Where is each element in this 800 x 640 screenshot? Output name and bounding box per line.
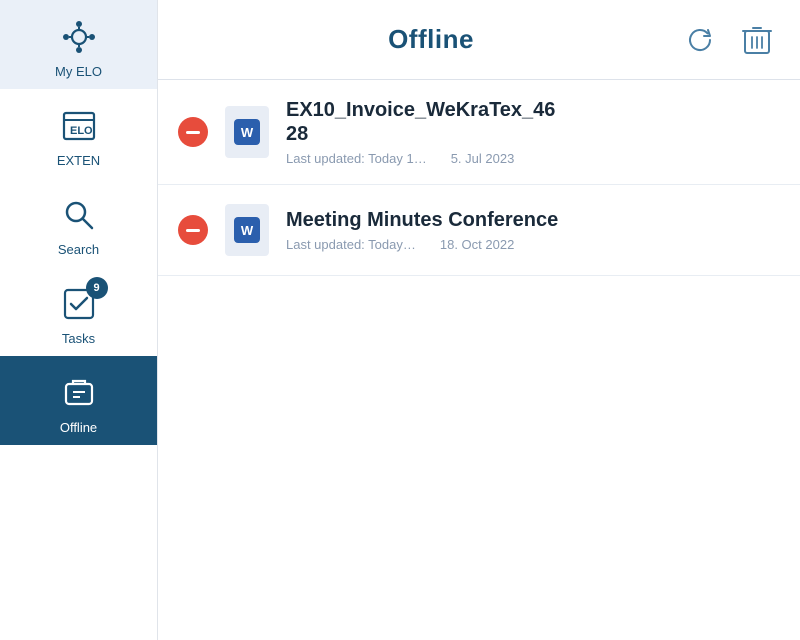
sidebar-item-tasks[interactable]: 9 Tasks (0, 267, 157, 356)
top-bar-actions (680, 20, 776, 60)
file-meta-2: Last updated: Today… 18. Oct 2022 (286, 237, 780, 252)
main-content: Offline (158, 0, 800, 640)
word-icon-1: W (234, 119, 260, 145)
exten-icon: ELO (56, 103, 102, 149)
file-item-2[interactable]: W Meeting Minutes Conference Last update… (158, 185, 800, 276)
file-updated-2: Last updated: Today… (286, 237, 416, 252)
sidebar-item-search[interactable]: Search (0, 178, 157, 267)
delete-button[interactable] (738, 20, 776, 60)
file-item-1[interactable]: W EX10_Invoice_WeKraTex_46 28 Last updat… (158, 80, 800, 185)
word-icon-2: W (234, 217, 260, 243)
file-date-1: 5. Jul 2023 (451, 151, 515, 166)
file-icon-2: W (224, 203, 270, 257)
remove-file-1-button[interactable] (178, 117, 208, 147)
file-icon-1: W (224, 105, 270, 159)
file-list: W EX10_Invoice_WeKraTex_46 28 Last updat… (158, 80, 800, 640)
offline-icon (56, 370, 102, 416)
svg-text:ELO: ELO (70, 125, 93, 137)
sidebar-item-exten-label: EXTEN (57, 153, 100, 168)
search-icon (56, 192, 102, 238)
sidebar-item-search-label: Search (58, 242, 99, 257)
sidebar: My ELO ELO EXTEN Search 9 (0, 0, 158, 640)
page-title: Offline (388, 24, 474, 55)
tasks-badge: 9 (86, 277, 108, 299)
remove-file-2-button[interactable] (178, 215, 208, 245)
top-bar: Offline (158, 0, 800, 80)
file-details-1: EX10_Invoice_WeKraTex_46 28 Last updated… (286, 98, 780, 166)
file-date-2: 18. Oct 2022 (440, 237, 514, 252)
sidebar-item-offline[interactable]: Offline (0, 356, 157, 445)
sidebar-item-offline-label: Offline (60, 420, 97, 435)
refresh-button[interactable] (680, 20, 720, 60)
file-name-2: Meeting Minutes Conference (286, 208, 780, 232)
sidebar-item-my-elo[interactable]: My ELO (0, 0, 157, 89)
sidebar-item-exten[interactable]: ELO EXTEN (0, 89, 157, 178)
file-meta-1: Last updated: Today 1… 5. Jul 2023 (286, 151, 780, 166)
tasks-icon: 9 (56, 281, 102, 327)
my-elo-icon (56, 14, 102, 60)
file-updated-1: Last updated: Today 1… (286, 151, 427, 166)
sidebar-item-my-elo-label: My ELO (55, 64, 102, 79)
file-details-2: Meeting Minutes Conference Last updated:… (286, 208, 780, 252)
sidebar-item-tasks-label: Tasks (62, 331, 95, 346)
file-name-1: EX10_Invoice_WeKraTex_46 28 (286, 98, 780, 146)
